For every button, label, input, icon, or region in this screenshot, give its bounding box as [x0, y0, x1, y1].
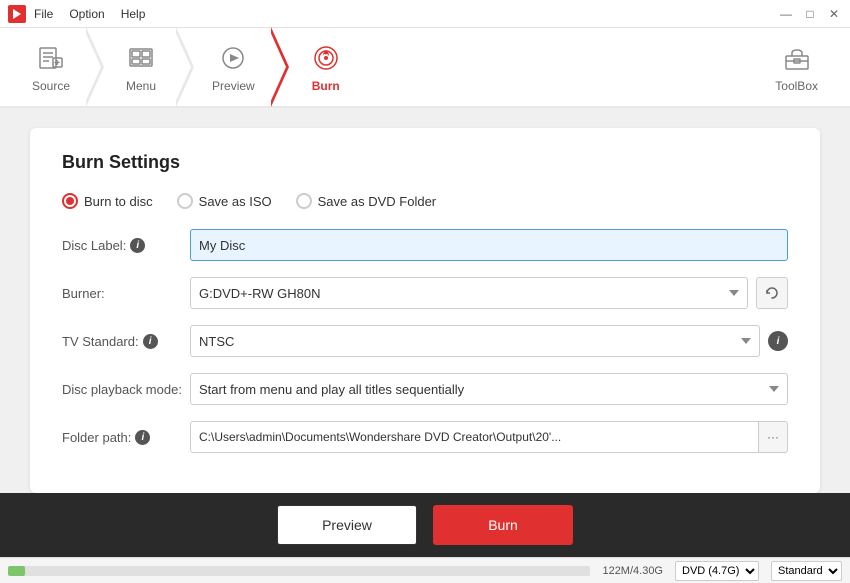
burn-label-nav: Burn: [312, 79, 340, 93]
size-info: 122M/4.30G: [602, 565, 663, 577]
burn-button[interactable]: Burn: [433, 505, 573, 545]
disc-label-info-icon[interactable]: i: [130, 238, 145, 253]
toolbox-label: ToolBox: [775, 79, 818, 93]
main-content: Burn Settings Burn to disc Save as ISO S…: [0, 108, 850, 493]
radio-save-iso-circle: [177, 193, 193, 209]
progress-bar-fill: [8, 566, 25, 576]
radio-burn-disc-label: Burn to disc: [84, 194, 153, 209]
toolbar-nav: Source Menu: [16, 27, 759, 107]
quality-select[interactable]: Standard High Low: [771, 561, 842, 581]
toolbar-arrow-2: [176, 27, 194, 107]
tv-standard-right-info-icon[interactable]: i: [768, 331, 788, 351]
preview-label-nav: Preview: [212, 79, 255, 93]
titlebar: File Option Help — □ ✕: [0, 0, 850, 28]
burn-icon: [309, 41, 343, 75]
folder-path-input[interactable]: [190, 421, 759, 453]
menu-file[interactable]: File: [34, 7, 53, 21]
menu-bar: File Option Help: [34, 7, 778, 21]
radio-save-dvd-folder-circle: [296, 193, 312, 209]
source-icon: [34, 41, 68, 75]
app-logo: [8, 5, 26, 23]
toolbar-item-burn[interactable]: Burn: [291, 27, 361, 107]
disc-playback-select[interactable]: Start from menu and play all titles sequ…: [190, 373, 788, 405]
burner-row: Burner: G:DVD+-RW GH80N: [62, 277, 788, 309]
tv-standard-select[interactable]: NTSC PAL: [190, 325, 760, 357]
status-bar: 122M/4.30G DVD (4.7G) BD (25G) Standard …: [0, 557, 850, 583]
disc-playback-label: Disc playback mode:: [62, 382, 182, 397]
menu-nav-label: Menu: [126, 79, 156, 93]
minimize-button[interactable]: —: [778, 7, 794, 21]
settings-panel: Burn Settings Burn to disc Save as ISO S…: [30, 128, 820, 493]
tv-standard-row: TV Standard: i NTSC PAL i: [62, 325, 788, 357]
disc-label-input[interactable]: [190, 229, 788, 261]
radio-save-iso-label: Save as ISO: [199, 194, 272, 209]
toolbar-item-toolbox[interactable]: ToolBox: [759, 33, 834, 101]
toolbar-item-menu[interactable]: Menu: [106, 27, 176, 107]
preview-button[interactable]: Preview: [277, 505, 417, 545]
preview-icon: [216, 41, 250, 75]
radio-save-dvd-folder-label: Save as DVD Folder: [318, 194, 437, 209]
close-button[interactable]: ✕: [826, 7, 842, 21]
toolbar-item-preview[interactable]: Preview: [196, 27, 271, 107]
disc-label-label: Disc Label: i: [62, 238, 182, 253]
tv-standard-info-icon[interactable]: i: [143, 334, 158, 349]
radio-save-dvd-folder[interactable]: Save as DVD Folder: [296, 193, 437, 209]
toolbar-item-source[interactable]: Source: [16, 27, 86, 107]
progress-bar-container: [8, 566, 590, 576]
folder-path-browse-button[interactable]: ···: [759, 421, 788, 453]
window-controls: — □ ✕: [778, 7, 842, 21]
source-label: Source: [32, 79, 70, 93]
burner-select[interactable]: G:DVD+-RW GH80N: [190, 277, 748, 309]
burner-refresh-button[interactable]: [756, 277, 788, 309]
disc-playback-row: Disc playback mode: Start from menu and …: [62, 373, 788, 405]
maximize-button[interactable]: □: [802, 7, 818, 21]
menu-help[interactable]: Help: [121, 7, 146, 21]
toolbar-arrow-3: [271, 27, 289, 107]
radio-burn-disc-circle: [62, 193, 78, 209]
menu-option[interactable]: Option: [69, 7, 104, 21]
action-bar: Preview Burn: [0, 493, 850, 557]
folder-path-info-icon[interactable]: i: [135, 430, 150, 445]
quality-container: Standard High Low: [771, 561, 842, 581]
disc-label-row: Disc Label: i: [62, 229, 788, 261]
radio-row: Burn to disc Save as ISO Save as DVD Fol…: [62, 193, 788, 209]
disc-type-select[interactable]: DVD (4.7G) BD (25G): [675, 561, 759, 581]
disc-type-container: DVD (4.7G) BD (25G): [675, 561, 759, 581]
radio-save-iso[interactable]: Save as ISO: [177, 193, 272, 209]
toolbar-arrow-1: [86, 27, 104, 107]
burner-label: Burner:: [62, 286, 182, 301]
settings-title: Burn Settings: [62, 152, 788, 173]
toolbar: Source Menu: [0, 28, 850, 108]
menu-nav-icon: [124, 41, 158, 75]
folder-path-container: ···: [190, 421, 788, 453]
radio-burn-disc[interactable]: Burn to disc: [62, 193, 153, 209]
tv-standard-label: TV Standard: i: [62, 334, 182, 349]
folder-path-row: Folder path: i ···: [62, 421, 788, 453]
folder-path-label: Folder path: i: [62, 430, 182, 445]
toolbox-icon: [780, 41, 814, 75]
